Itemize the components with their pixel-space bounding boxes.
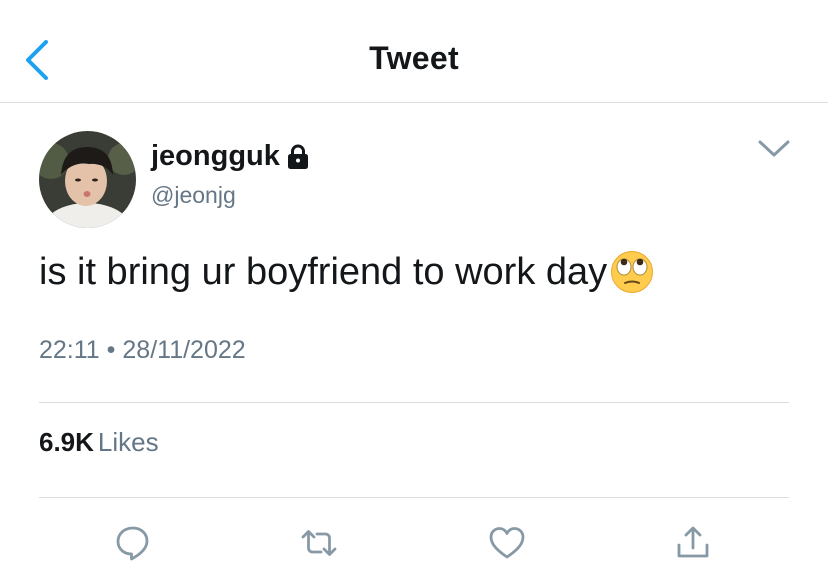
author-handle[interactable]: @jeonjg — [151, 182, 236, 209]
tweet-time: 22:11 — [39, 336, 100, 364]
like-icon[interactable] — [487, 523, 527, 563]
tweet-text-row: is it bring ur boyfriend to work day — [39, 250, 654, 294]
page-title: Tweet — [369, 40, 459, 76]
chevron-down-icon[interactable] — [757, 138, 791, 160]
likes-count[interactable]: 6.9K — [39, 427, 94, 457]
tweet-date: 28/11/2022 — [122, 336, 246, 364]
author-name-row[interactable]: jeongguk — [151, 140, 310, 173]
timestamp-separator: • — [106, 336, 116, 364]
share-icon[interactable] — [673, 523, 713, 563]
tweet-timestamp: 22:11 • 28/11/2022 — [39, 336, 246, 365]
navigation-header: Tweet — [0, 0, 828, 103]
author-name[interactable]: jeongguk — [151, 140, 280, 173]
lock-icon — [287, 144, 308, 169]
rolling-eyes-emoji-icon — [611, 251, 654, 293]
reply-icon[interactable] — [113, 523, 153, 563]
avatar[interactable] — [39, 131, 136, 228]
divider — [39, 402, 789, 403]
likes-stat[interactable]: 6.9K Likes — [39, 427, 159, 458]
likes-label[interactable]: Likes — [98, 427, 159, 457]
divider — [39, 497, 789, 498]
retweet-icon[interactable] — [299, 523, 339, 563]
tweet-text: is it bring ur boyfriend to work day — [39, 250, 608, 293]
